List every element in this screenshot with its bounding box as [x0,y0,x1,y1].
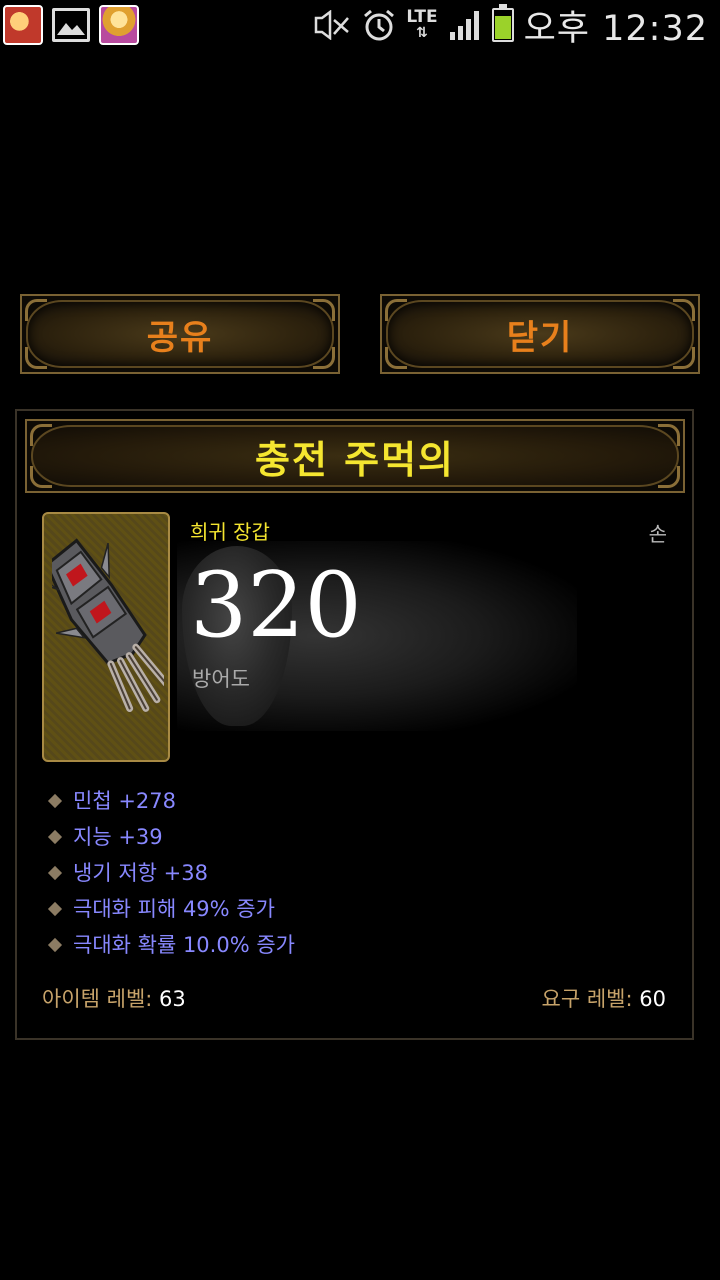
status-bar: LTE ⇅ 오후 12:32 [0,0,720,50]
item-title-bar: 충전 주먹의 [25,419,685,493]
item-name: 충전 주먹의 [254,437,456,482]
diamond-bullet-icon [47,793,63,809]
battery-icon [491,4,514,42]
gallery-icon [52,8,90,42]
game-avatar-icon [99,5,139,45]
item-tooltip-panel: 충전 주먹의 희귀 장갑 손 320 방어도 민첩 +278 지능 +39 냉기… [15,409,694,1040]
diamond-bullet-icon [47,901,63,917]
armor-label: 방어도 [192,667,250,691]
affix-item: 민첩 +278 [47,783,667,819]
item-level-value: 63 [159,987,186,1011]
game-avatar-icon [3,5,43,45]
item-image [42,512,170,762]
item-slot: 손 [648,522,667,546]
system-tray: LTE ⇅ 오후 12:32 [314,0,708,50]
signal-icon [449,11,479,40]
diamond-bullet-icon [47,937,63,953]
share-button[interactable]: 공유 [20,294,340,374]
clock: 오후 12:32 [523,8,708,49]
mute-icon [315,10,350,40]
share-button-label: 공유 [146,317,214,358]
affix-text: 민첩 +278 [73,789,176,813]
affix-item: 지능 +39 [47,819,667,855]
lte-data-icon: LTE ⇅ [406,7,438,42]
affix-text: 지능 +39 [73,825,163,849]
required-level: 요구 레벨: 60 [542,983,666,1013]
item-level-label: 아이템 레벨: [42,987,153,1011]
affix-text: 극대화 확률 10.0% 증가 [73,933,295,957]
item-level: 아이템 레벨: 63 [42,983,186,1013]
diamond-bullet-icon [47,829,63,845]
required-level-value: 60 [639,987,666,1011]
affix-text: 냉기 저항 +38 [73,861,208,885]
affix-item: 냉기 저항 +38 [47,855,667,891]
close-button[interactable]: 닫기 [380,294,700,374]
close-button-label: 닫기 [506,317,574,358]
affix-list: 민첩 +278 지능 +39 냉기 저항 +38 극대화 피해 49% 증가 극… [47,783,667,963]
alarm-icon [364,9,395,41]
armor-value: 320 [190,553,362,658]
affix-item: 극대화 피해 49% 증가 [47,891,667,927]
affix-item: 극대화 확률 10.0% 증가 [47,927,667,963]
affix-text: 극대화 피해 49% 증가 [73,897,275,921]
required-level-label: 요구 레벨: [541,987,633,1011]
gauntlet-icon [52,538,164,712]
diamond-bullet-icon [47,865,63,881]
